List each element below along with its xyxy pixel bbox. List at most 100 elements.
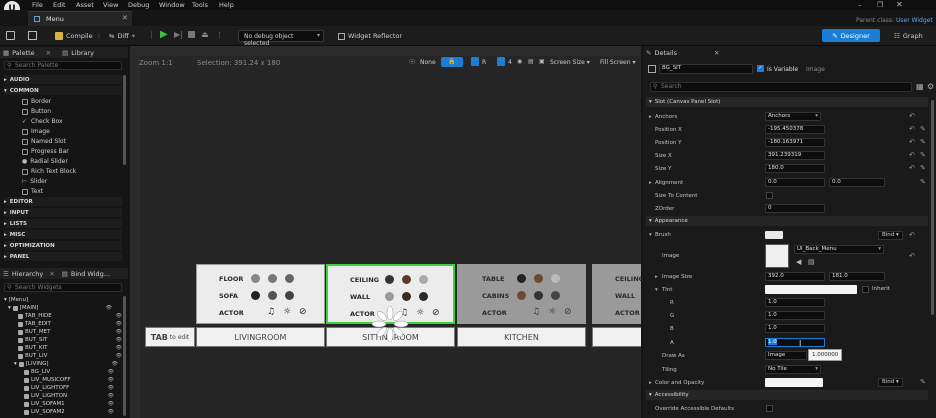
color-opacity-swatch[interactable] — [765, 378, 823, 387]
hierarchy-item-living[interactable]: ▾ [LIVING] 👁 — [14, 360, 126, 368]
caret-down-icon[interactable]: ▾ — [649, 232, 652, 238]
color-bind-button[interactable]: Bind ▾ — [878, 378, 903, 387]
size-x-input[interactable]: 391.239319 — [765, 151, 825, 160]
fill-screen-dropdown[interactable]: Fill Screen ▾ — [600, 59, 636, 66]
a-channel-input[interactable]: 1.0 — [765, 338, 825, 347]
visibility-icon[interactable]: 👁 — [116, 353, 122, 359]
b-channel-input[interactable]: 1.0 — [765, 324, 825, 333]
palette-tab[interactable]: Palette — [12, 49, 35, 57]
visibility-icon[interactable]: 👁 — [116, 321, 122, 327]
menu-edit[interactable]: Edit — [53, 1, 66, 9]
visibility-icon[interactable]: 👁 — [108, 401, 114, 407]
hierarchy-item-liv-sofam2[interactable]: LIV_SOFAM2 👁 — [24, 408, 122, 416]
browse-asset-icon[interactable]: ▤ — [808, 258, 815, 266]
debug-object-select[interactable]: No debug object selected ▾ — [238, 30, 324, 47]
g-channel-input[interactable]: 1.0 — [765, 311, 825, 320]
grid-size-value[interactable]: 4 — [508, 59, 512, 66]
tiling-dropdown[interactable]: No Tile ▾ — [765, 365, 821, 374]
caret-right-icon[interactable]: ▸ — [649, 180, 652, 186]
alignment-y-input[interactable]: 0.0 — [829, 178, 885, 187]
music-icon[interactable]: ♫ — [267, 307, 275, 317]
hierarchy-scrollbar[interactable] — [123, 296, 126, 416]
palette-category-input[interactable]: ▸ INPUT — [4, 208, 122, 217]
menu-help[interactable]: Help — [219, 1, 234, 9]
keyframe-icon[interactable]: ✎ — [920, 164, 926, 172]
reset-icon[interactable]: ↶ — [909, 151, 915, 159]
keyframe-icon[interactable]: ✎ — [920, 151, 926, 159]
palette-category-optimization[interactable]: ▸ OPTIMIZATION — [4, 241, 122, 250]
visibility-icon[interactable]: 👁 — [108, 393, 114, 399]
respect-locks-icon[interactable] — [471, 57, 479, 66]
hierarchy-item-but-met[interactable]: BUT_MET 👁 — [18, 328, 130, 336]
color-swatch[interactable] — [551, 291, 560, 300]
settings-gear-icon[interactable]: ⚙ — [927, 82, 934, 91]
light-icon[interactable]: ☼ — [548, 307, 556, 317]
anchor-medallion-icon[interactable] — [372, 306, 408, 342]
designer-mode-button[interactable]: ✎ Designer — [822, 29, 880, 42]
none-label[interactable]: None — [420, 59, 436, 66]
palette-item-border[interactable]: Border — [22, 97, 51, 106]
parent-class-link[interactable]: User Widget — [896, 17, 933, 24]
eject-icon[interactable]: ⏏ — [201, 30, 209, 39]
livingroom-button[interactable]: LIVINGROOM — [196, 327, 325, 347]
designer-canvas[interactable] — [130, 46, 641, 418]
tint-color-swatch[interactable] — [765, 285, 857, 294]
hierarchy-tab[interactable]: Hierarchy — [12, 270, 43, 278]
brush-bind-button[interactable]: Bind ▾ — [878, 231, 903, 240]
keyframe-icon[interactable]: ✎ — [920, 138, 926, 146]
details-tab[interactable]: Details — [654, 49, 677, 57]
keyframe-icon[interactable]: ✎ — [920, 125, 926, 133]
color-swatch[interactable] — [419, 275, 428, 284]
palette-item-slider[interactable]: ⊢ Slider — [22, 177, 47, 186]
hierarchy-item-main[interactable]: ▾ [MAIN] 👁 — [8, 304, 120, 312]
image-size-x-input[interactable]: 392.0 — [765, 272, 825, 281]
diff-button[interactable]: ⇆ Diff ▾ — [109, 30, 135, 42]
palette-item-button[interactable]: Button — [22, 107, 51, 116]
image-asset-dropdown[interactable]: UI_Back_Menu ▾ — [794, 245, 884, 254]
grid-snap-icon[interactable] — [497, 57, 505, 66]
details-search-input[interactable]: ⚲ Search — [650, 82, 912, 92]
visibility-icon[interactable]: 👁 — [116, 345, 122, 351]
lock-toggle-button[interactable]: 🔒 — [441, 57, 463, 67]
reset-icon[interactable]: ↶ — [909, 112, 915, 120]
caret-right-icon[interactable]: ▸ — [655, 274, 658, 280]
light-icon[interactable]: ☼ — [283, 307, 291, 317]
visibility-icon[interactable]: 👁 — [108, 377, 114, 383]
room-card-kitchen[interactable]: TABLE CABINS ACTOR ♫ ☼ ⊘ — [457, 264, 586, 324]
color-swatch[interactable] — [402, 275, 411, 284]
light-icon[interactable]: ☼ — [416, 308, 424, 318]
close-icon[interactable]: ✕ — [49, 270, 54, 278]
menu-view[interactable]: View — [103, 1, 118, 9]
screen-size-dropdown[interactable]: Screen Size ▾ — [550, 59, 590, 66]
palette-category-common[interactable]: ▾ COMMON — [4, 86, 122, 95]
color-swatch[interactable] — [534, 291, 543, 300]
sofa-off-icon[interactable]: ⊘ — [432, 308, 440, 318]
inherit-checkbox[interactable] — [862, 286, 869, 293]
size-y-input[interactable]: 180.0 — [765, 164, 825, 173]
palette-item-image[interactable]: Image — [22, 127, 50, 136]
appearance-section-header[interactable]: ▾ Appearance — [646, 216, 928, 226]
color-swatch[interactable] — [268, 274, 277, 283]
image-thumbnail[interactable] — [765, 244, 789, 268]
visibility-icon[interactable]: 👁 — [116, 313, 122, 319]
menu-window[interactable]: Window — [159, 1, 185, 9]
palette-item-rich-text-block[interactable]: Rich Text Block — [22, 167, 76, 176]
menu-asset[interactable]: Asset — [76, 1, 94, 9]
hierarchy-item-but-kit[interactable]: BUT_KIT 👁 — [18, 344, 130, 352]
brush-preview[interactable] — [765, 231, 783, 239]
visibility-icon[interactable]: 👁 — [108, 369, 114, 375]
details-scrollbar[interactable] — [931, 100, 934, 315]
hierarchy-item-bg-liv[interactable]: BG_LIV 👁 — [24, 368, 122, 376]
visibility-icon[interactable]: 👁 — [108, 385, 114, 391]
use-asset-icon[interactable]: ◀ — [796, 258, 801, 266]
color-swatch[interactable] — [534, 274, 543, 283]
hierarchy-search-input[interactable]: ⚲ Search Widgets — [4, 283, 122, 292]
alignment-x-input[interactable]: 0.0 — [765, 178, 825, 187]
color-swatch[interactable] — [251, 274, 260, 283]
hierarchy-item-liv-musicoff[interactable]: LIV_MUSICOFF 👁 — [24, 376, 122, 384]
graph-mode-button[interactable]: ☷ Graph — [894, 30, 923, 42]
tab-menu[interactable]: Menu ✕ — [28, 11, 132, 26]
caret-right-icon[interactable]: ▸ — [649, 114, 652, 120]
palette-item-checkbox[interactable]: ✓ Check Box — [22, 117, 63, 126]
library-tab[interactable]: Library — [71, 49, 94, 57]
